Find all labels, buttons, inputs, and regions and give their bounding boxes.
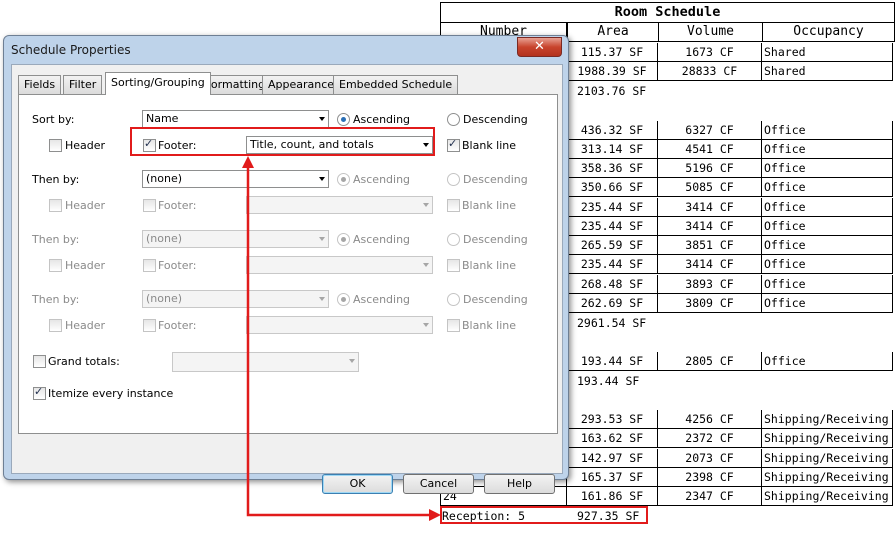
arrow-up-icon	[242, 156, 254, 168]
tab-sorting-grouping[interactable]: Sorting/Grouping	[105, 72, 211, 95]
arrow-right-icon	[429, 509, 441, 521]
connector-line	[246, 165, 437, 517]
